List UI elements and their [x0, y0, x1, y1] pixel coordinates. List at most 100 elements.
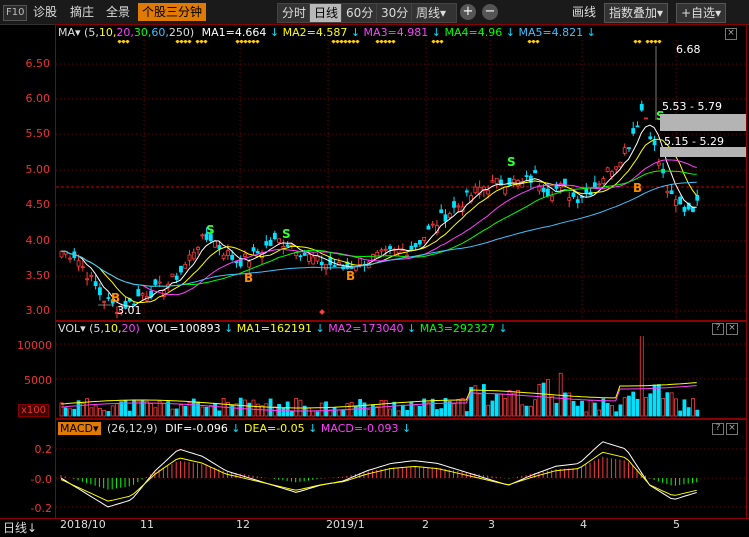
buy-signal: B [244, 271, 253, 285]
zoom-in-button[interactable]: + [460, 4, 476, 20]
buy-signal: B [633, 181, 642, 195]
volume-bar [59, 402, 64, 417]
volume-bar [627, 395, 631, 417]
macd-dea-line [60, 451, 697, 502]
ma3-value: MA3=4.981 [363, 26, 429, 39]
signal-marker [535, 40, 540, 44]
macd-selector[interactable]: MACD▾ [58, 422, 101, 435]
candle-body [575, 199, 580, 203]
volume-bar [592, 402, 597, 417]
volume-bar [528, 405, 533, 417]
volume-bar [644, 397, 648, 417]
signal-marker [645, 40, 650, 44]
volume-bar [494, 394, 499, 417]
volume-bar [371, 404, 375, 417]
price-range-box-1 [660, 114, 746, 131]
macd-chart [56, 441, 745, 508]
vol-label[interactable]: VOL [58, 322, 80, 335]
signal-marker [391, 40, 396, 44]
volume-bar [695, 409, 700, 417]
volume-bar [98, 408, 102, 417]
volume-bar [426, 402, 431, 417]
draw-line-button[interactable]: 画线 [572, 3, 596, 21]
volume-bar [319, 402, 324, 417]
vol-y-5000: 5000 [24, 374, 52, 387]
candle-body [302, 252, 307, 256]
vol-help-icon[interactable]: ? [712, 323, 724, 335]
macd-help-icon[interactable]: ? [712, 423, 724, 435]
tab-weekly[interactable]: 周线▾ [411, 3, 457, 23]
buy-signal: B [346, 269, 355, 283]
candle-body [494, 177, 499, 184]
stock-3min-button[interactable]: 个股三分钟 [138, 3, 207, 21]
x-label-12: 12 [236, 518, 250, 531]
volume-bar [533, 399, 538, 417]
tab-60min[interactable]: 60分 [341, 3, 379, 23]
signal-marker [531, 40, 536, 44]
signal-marker [383, 40, 388, 44]
x-label-4: 4 [580, 518, 587, 531]
ma-settings-icon[interactable]: × [725, 28, 737, 40]
volume-bar [537, 384, 542, 417]
candle-body [264, 241, 269, 246]
pick-button[interactable]: 摘庄 [70, 3, 94, 21]
zoom-out-button[interactable]: − [482, 4, 498, 20]
f10-button[interactable]: F10 [3, 5, 28, 21]
candle-body [106, 297, 111, 299]
candle-body [307, 253, 311, 262]
price-y-tick: 6.00 [25, 92, 51, 105]
vol-param-10: 10, [103, 322, 122, 335]
ma-line-60 [60, 181, 697, 287]
signal-marker [379, 40, 384, 44]
candle-body [68, 257, 72, 260]
volume-bar [439, 408, 444, 417]
index-overlay-dropdown[interactable]: 指数叠加▾ [604, 3, 669, 23]
vol-ma2-value: MA2=173040 [328, 322, 404, 335]
signal-marker [331, 40, 336, 44]
candle-body [464, 190, 469, 193]
add-custom-dropdown[interactable]: +自选▾ [676, 3, 727, 23]
volume-bar [464, 411, 469, 417]
volume-bar [379, 399, 384, 417]
candle-body [695, 194, 700, 201]
vol-indicator-row: VOL▾ (5,10,20) VOL=100893 ↓ MA1=162191 ↓… [58, 322, 508, 335]
volume-bar [123, 399, 128, 417]
volume-bar [272, 406, 277, 417]
ma2-value: MA2=4.587 [282, 26, 348, 39]
tab-daily[interactable]: 日线 [309, 3, 344, 23]
volume-bar [119, 401, 124, 417]
signal-marker [431, 40, 436, 44]
ma-dropdown-icon[interactable]: ▾ [75, 26, 81, 39]
price-range-2: 5.15 - 5.29 [664, 135, 724, 148]
price-y-tick: 3.00 [25, 304, 51, 317]
candle-body [213, 240, 218, 248]
volume-bar [102, 409, 107, 417]
volume-bar [179, 404, 183, 417]
signal-marker [235, 40, 240, 44]
tab-timeshare[interactable]: 分时 [277, 3, 312, 23]
volume-bar [89, 407, 94, 417]
volume-bar [588, 399, 593, 417]
vol-close-icon[interactable]: × [726, 323, 738, 335]
candle-body [669, 190, 674, 195]
signal-marker [125, 40, 130, 44]
candle-body [550, 195, 555, 202]
macd-close-icon[interactable]: × [726, 423, 738, 435]
panorama-button[interactable]: 全景 [106, 3, 130, 21]
volume-bar [648, 393, 653, 417]
ma-label[interactable]: MA [58, 26, 75, 39]
volume-bar [503, 398, 508, 417]
volume-bar [392, 401, 397, 417]
candle-body [571, 192, 576, 197]
volume-bar [289, 411, 294, 417]
candle-body [567, 197, 572, 201]
volume-bar [307, 407, 311, 417]
period-selector[interactable]: 日线↓ [3, 519, 37, 536]
tab-30min[interactable]: 30分 [376, 3, 414, 23]
sell-signal: S [206, 223, 215, 237]
candle-body [277, 238, 282, 243]
diagnose-button[interactable]: 诊股 [33, 3, 57, 21]
vol-dropdown-icon[interactable]: ▾ [80, 322, 86, 335]
volume-bar [375, 406, 380, 417]
volume-bar [490, 400, 495, 417]
